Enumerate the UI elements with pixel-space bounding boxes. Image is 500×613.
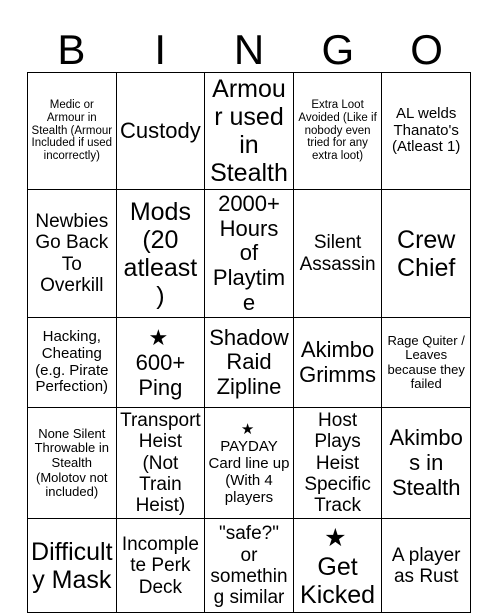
bingo-cell-text: 600+ Ping bbox=[135, 350, 186, 400]
bingo-row: Difficulty Mask Incomplete Perk Deck "safe… bbox=[27, 518, 471, 613]
bingo-cell-text: Akimbos in Stealth bbox=[389, 425, 463, 500]
bingo-cell-text: Silent Assassin bbox=[299, 232, 376, 275]
bingo-cell-text: Armour used in Stealth bbox=[210, 75, 288, 187]
bingo-cell[interactable]: ★ Get Kicked bbox=[292, 518, 383, 613]
bingo-header: B I N G O bbox=[27, 14, 471, 72]
bingo-cell[interactable]: None Silent Throwable in Stealth (Moloto… bbox=[27, 407, 117, 520]
bingo-cell[interactable]: Medic or Armour in Stealth (Armour Inclu… bbox=[27, 72, 117, 190]
bingo-row: Hacking, Cheating (e.g. Pirate Perfectio… bbox=[27, 317, 471, 409]
bingo-cell[interactable]: Shadow Raid Zipline bbox=[204, 317, 294, 409]
bingo-cell[interactable]: ★ PAYDAY Card line up (With 4 players bbox=[204, 407, 294, 520]
star-icon: ★ bbox=[148, 325, 169, 350]
bingo-card: B I N G O Medic or Armour in Stealth (Ar… bbox=[0, 0, 500, 613]
bingo-cell[interactable]: Crew Chief bbox=[381, 188, 471, 319]
bingo-grid: Medic or Armour in Stealth (Armour Inclu… bbox=[27, 72, 471, 613]
bingo-cell[interactable]: ★ 600+ Ping bbox=[115, 317, 206, 409]
bingo-cell[interactable]: Custody bbox=[115, 72, 206, 190]
bingo-cell[interactable]: AL welds Thanato's (Atleast 1) bbox=[381, 72, 471, 190]
bingo-cell[interactable]: Extra Loot Avoided (Like if nobody even … bbox=[292, 72, 383, 190]
bingo-cell-text: Difficulty Mask bbox=[31, 537, 113, 594]
bingo-cell[interactable]: Mods (20 atleast) bbox=[115, 188, 206, 319]
star-icon: ★ bbox=[324, 523, 347, 552]
bingo-cell-text: A player as Rust bbox=[391, 544, 461, 587]
bingo-cell-text: Get Kicked bbox=[300, 552, 376, 609]
bingo-cell[interactable]: Hacking, Cheating (e.g. Pirate Perfectio… bbox=[27, 317, 117, 409]
star-icon: ★ bbox=[240, 421, 255, 439]
header-letter-b: B bbox=[57, 26, 86, 73]
header-letter-n: N bbox=[233, 26, 265, 73]
bingo-cell-text: AL welds Thanato's (Atleast 1) bbox=[392, 104, 461, 156]
bingo-cell-text: Hacking, Cheating (e.g. Pirate Perfectio… bbox=[35, 328, 109, 396]
bingo-cell-text: "safe?" or something similar bbox=[210, 523, 288, 609]
bingo-cell-text: None Silent Throwable in Stealth (Moloto… bbox=[34, 425, 110, 500]
header-letter-i: I bbox=[154, 26, 167, 73]
bingo-cell-text: Medic or Armour in Stealth (Armour Inclu… bbox=[31, 98, 113, 163]
bingo-cell[interactable]: Difficulty Mask bbox=[27, 518, 117, 613]
bingo-cell[interactable]: Akimbo Grimms bbox=[292, 317, 383, 409]
bingo-cell-text: Mods (20 atleast) bbox=[123, 197, 198, 310]
bingo-row: Medic or Armour in Stealth (Armour Inclu… bbox=[27, 72, 471, 190]
bingo-cell[interactable]: Transport Heist (Not Train Heist) bbox=[115, 407, 206, 520]
bingo-cell-text: 2000+ Hours of Playtime bbox=[212, 191, 286, 315]
header-letter-g: G bbox=[321, 26, 355, 73]
bingo-cell[interactable]: Host Plays Heist Specific Track bbox=[292, 407, 383, 520]
bingo-cell[interactable]: Newbies Go Back To Overkill bbox=[27, 188, 117, 319]
bingo-cell-text: Extra Loot Avoided (Like if nobody even … bbox=[298, 98, 377, 163]
bingo-cell[interactable]: Rage Quiter / Leaves because they failed bbox=[381, 317, 471, 409]
bingo-cell-text: Akimbo Grimms bbox=[299, 337, 377, 387]
bingo-cell-text: Rage Quiter / Leaves because they failed bbox=[387, 332, 465, 392]
bingo-cell-text: Host Plays Heist Specific Track bbox=[304, 410, 371, 517]
bingo-cell[interactable]: Incomplete Perk Deck bbox=[115, 518, 206, 613]
bingo-cell[interactable]: Silent Assassin bbox=[292, 188, 383, 319]
bingo-cell-text: Crew Chief bbox=[397, 225, 456, 282]
bingo-cell-text: Transport Heist (Not Train Heist) bbox=[120, 410, 201, 517]
bingo-row: Newbies Go Back To Overkill Mods (20 atle… bbox=[27, 188, 471, 319]
bingo-row: None Silent Throwable in Stealth (Moloto… bbox=[27, 407, 471, 520]
bingo-cell[interactable]: 2000+ Hours of Playtime bbox=[204, 188, 294, 319]
bingo-cell-text: PAYDAY Card line up (With 4 players bbox=[208, 438, 290, 506]
bingo-cell-text: Newbies Go Back To Overkill bbox=[35, 211, 109, 296]
bingo-grid-body: Medic or Armour in Stealth (Armour Inclu… bbox=[27, 72, 471, 613]
bingo-cell[interactable]: Akimbos in Stealth bbox=[381, 407, 471, 520]
header-letter-o: O bbox=[410, 26, 443, 73]
bingo-cell-text: Custody bbox=[120, 117, 201, 143]
bingo-cell[interactable]: A player as Rust bbox=[381, 518, 471, 613]
bingo-cell[interactable]: Armour used in Stealth bbox=[204, 72, 294, 190]
bingo-cell[interactable]: "safe?" or something similar bbox=[204, 518, 294, 613]
bingo-cell-text: Shadow Raid Zipline bbox=[209, 324, 289, 399]
